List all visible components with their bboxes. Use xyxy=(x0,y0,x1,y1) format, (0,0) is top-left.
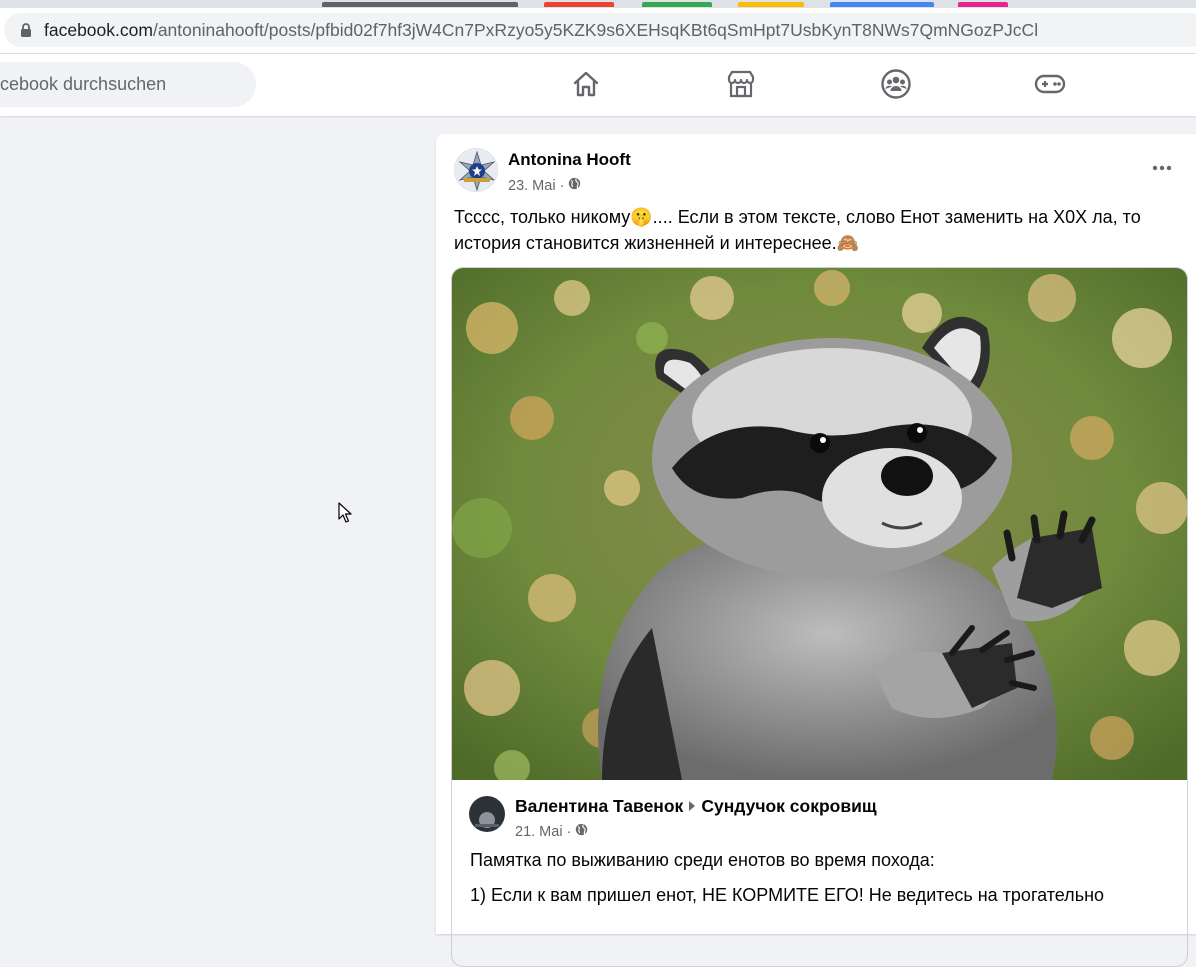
more-options-icon[interactable] xyxy=(1148,154,1176,182)
browser-tab[interactable] xyxy=(322,2,518,7)
browser-tab[interactable] xyxy=(958,2,1008,7)
browser-tab[interactable] xyxy=(642,2,712,7)
shared-author-line: Валентина Тавенок Сундучок сокровищ xyxy=(515,796,877,817)
groups-icon[interactable] xyxy=(880,68,912,100)
url-omnibox[interactable]: facebook.com/antoninahooft/posts/pfbid02… xyxy=(4,13,1196,47)
url-domain: facebook.com xyxy=(44,19,153,40)
shared-author-name[interactable]: Валентина Тавенок xyxy=(515,796,683,817)
post-meta: 23. Mai · xyxy=(508,177,581,194)
caret-right-icon xyxy=(688,796,696,817)
globe-icon xyxy=(568,177,581,194)
browser-tab[interactable] xyxy=(738,2,804,7)
shared-post-date[interactable]: 21. Mai xyxy=(515,824,563,840)
raccoon-photo[interactable] xyxy=(452,268,1187,780)
post-author-name[interactable]: Antonina Hooft xyxy=(508,150,631,170)
gaming-icon[interactable] xyxy=(1034,68,1066,100)
shared-post-text-line-1: Памятка по выживанию среди енотов во вре… xyxy=(470,850,935,870)
mouse-cursor xyxy=(338,502,352,524)
shared-author-avatar[interactable] xyxy=(469,796,505,832)
post-date[interactable]: 23. Mai xyxy=(508,178,556,194)
post-text: Тсссс, только никому🤫.... Если в этом те… xyxy=(454,207,1141,253)
lock-icon[interactable] xyxy=(18,22,34,38)
shared-post-meta: 21. Mai · xyxy=(515,823,588,840)
facebook-header: cebook durchsuchen xyxy=(0,54,1196,116)
marketplace-icon[interactable] xyxy=(725,68,757,100)
browser-tab-strip xyxy=(0,0,1196,8)
url-text[interactable]: facebook.com/antoninahooft/posts/pfbid02… xyxy=(44,20,1038,41)
home-icon[interactable] xyxy=(570,68,602,100)
meta-separator: · xyxy=(566,823,572,840)
search-input[interactable]: cebook durchsuchen xyxy=(0,62,256,107)
browser-address-bar: facebook.com/antoninahooft/posts/pfbid02… xyxy=(0,8,1196,54)
browser-tab[interactable] xyxy=(544,2,614,7)
author-avatar[interactable] xyxy=(454,148,498,192)
search-placeholder: cebook durchsuchen xyxy=(0,74,167,94)
url-path: /antoninahooft/posts/pfbid02f7hf3jW4Cn7P… xyxy=(152,19,1039,40)
shared-post[interactable]: Валентина Тавенок Сундучок сокровищ 21. … xyxy=(451,267,1188,967)
post-card: Antonina Hooft 23. Mai · Тсссс, только н… xyxy=(436,134,1196,967)
shared-post-text-line-2: 1) Если к вам пришел енот, НЕ КОРМИТЕ ЕГ… xyxy=(470,885,1105,905)
shared-group-name[interactable]: Сундучок сокровищ xyxy=(701,796,876,817)
globe-icon xyxy=(575,823,588,840)
browser-tab[interactable] xyxy=(830,2,934,7)
meta-separator: · xyxy=(559,177,565,194)
